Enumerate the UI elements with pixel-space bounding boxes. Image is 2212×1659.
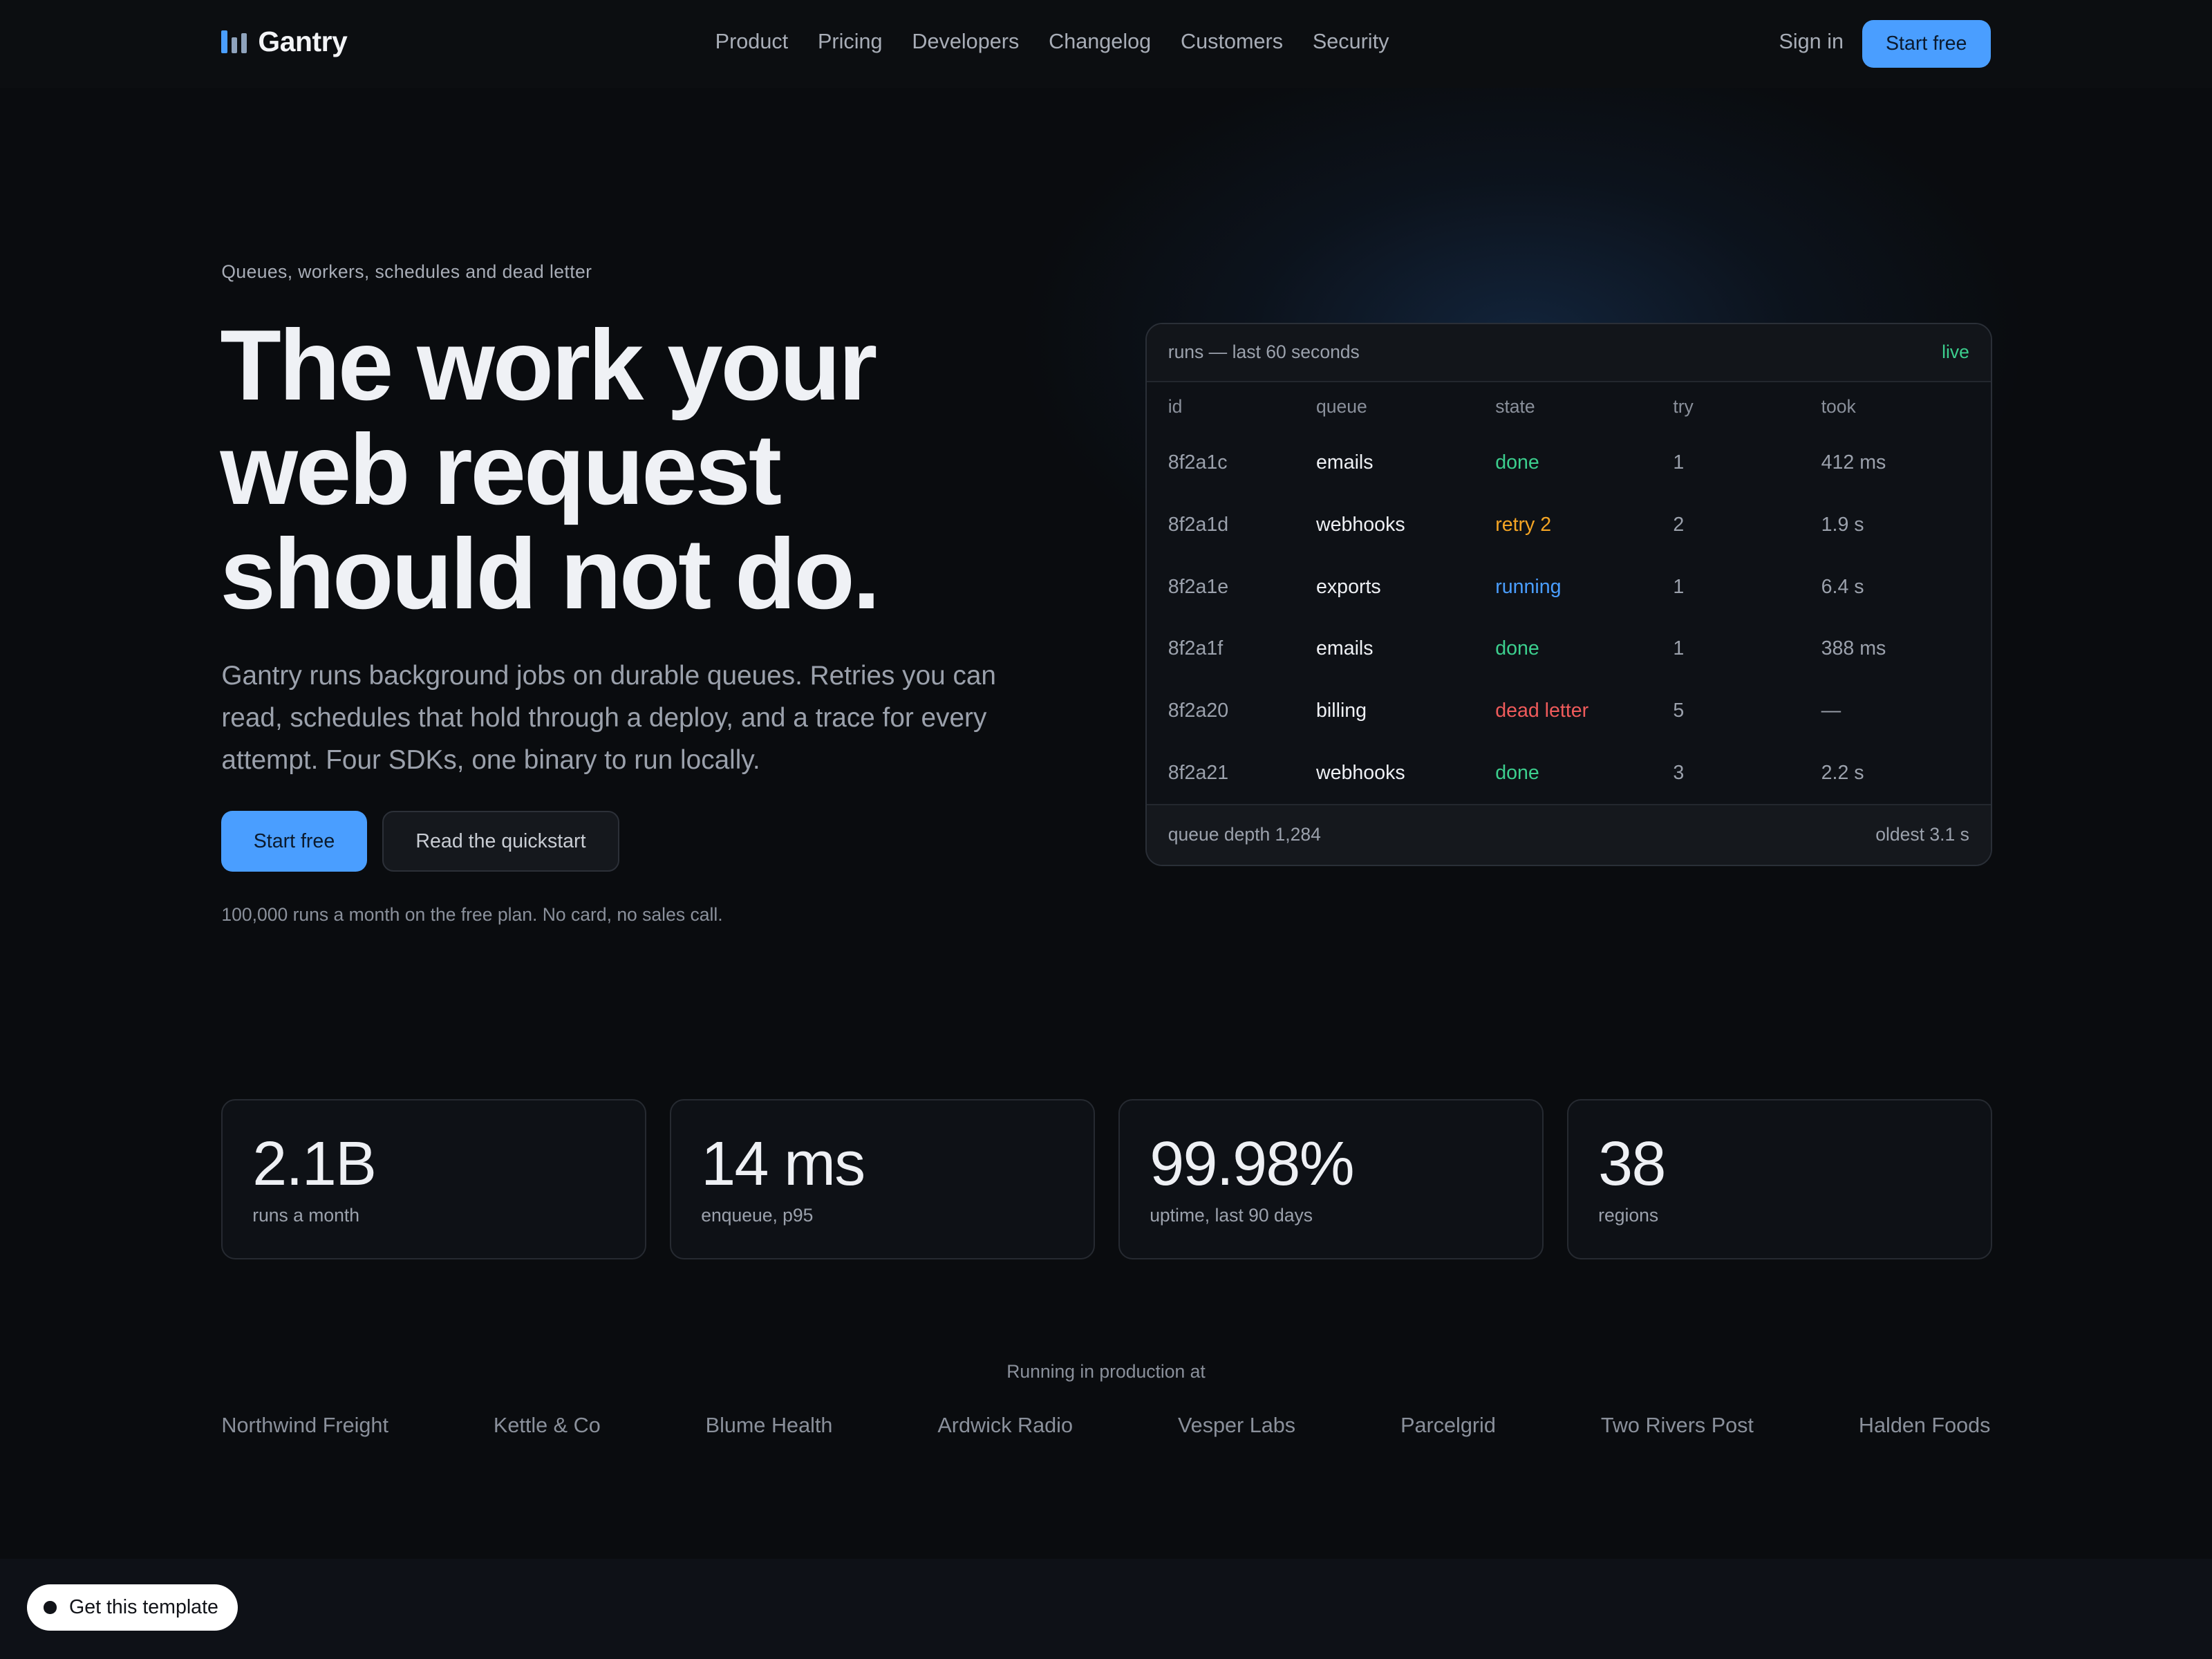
customers-heading: Running in production at	[1006, 1361, 1206, 1382]
stat-label: regions	[1598, 1204, 1659, 1226]
headline-line-1: The work your	[220, 309, 877, 422]
table-row: 8f2a20 billing dead letter 5 —	[1147, 683, 1990, 745]
table-row: 8f2a1f emails done 1 388 ms	[1147, 621, 1990, 683]
nav-link-customers[interactable]: Customers	[1181, 30, 1283, 54]
run-id: 8f2a1c	[1168, 451, 1228, 474]
stat-value: 14 ms	[701, 1129, 865, 1199]
run-id: 8f2a1d	[1168, 513, 1229, 536]
table-row: 8f2a1e exports running 1 6.4 s	[1147, 559, 1990, 621]
brand-logo[interactable]: Gantry	[221, 25, 348, 58]
stat-card: 14 ms enqueue, p95	[670, 1098, 1095, 1260]
brand-name: Gantry	[258, 25, 348, 57]
run-try: 1	[1673, 575, 1685, 598]
landing-page: Gantry Product Pricing Developers Change…	[0, 0, 2212, 1659]
run-state: done	[1495, 451, 1539, 474]
run-state: running	[1495, 575, 1562, 598]
customer-logo: Northwind Freight	[221, 1413, 388, 1437]
stat-card: 99.98% uptime, last 90 days	[1118, 1098, 1544, 1260]
nav-link-pricing[interactable]: Pricing	[818, 30, 883, 54]
column-header-state: state	[1495, 396, 1535, 418]
headline-line-2: web request	[220, 413, 782, 526]
bottom-band	[0, 1559, 2212, 1659]
column-header-try: try	[1673, 396, 1694, 418]
live-status-badge: live	[1942, 341, 1969, 362]
customer-logo: Vesper Labs	[1177, 1413, 1296, 1437]
stat-value: 38	[1598, 1129, 1666, 1199]
run-queue: webhooks	[1316, 761, 1405, 784]
run-state: done	[1495, 761, 1539, 784]
table-row: 8f2a1d webhooks retry 2 2 1.9 s	[1147, 496, 1990, 559]
run-queue: billing	[1316, 700, 1367, 722]
read-quickstart-button[interactable]: Read the quickstart	[382, 811, 619, 872]
run-queue: exports	[1316, 575, 1381, 598]
stat-card: 38 regions	[1567, 1098, 1992, 1260]
nav-links: Product Pricing Developers Changelog Cus…	[715, 30, 1419, 54]
run-duration: 388 ms	[1821, 637, 1886, 660]
get-template-button[interactable]: Get this template	[26, 1584, 238, 1631]
customer-logo: Halden Foods	[1858, 1413, 1991, 1437]
oldest-run-age: oldest 3.1 s	[1875, 823, 1969, 845]
nav-link-changelog[interactable]: Changelog	[1049, 30, 1151, 54]
free-plan-note: 100,000 runs a month on the free plan. N…	[221, 904, 723, 926]
hero-subtext: Gantry runs background jobs on durable q…	[221, 660, 996, 776]
customer-logo: Ardwick Radio	[937, 1413, 1073, 1437]
runs-panel-footer: queue depth 1,284 oldest 3.1 s	[1147, 804, 1991, 865]
customer-logo: Parcelgrid	[1400, 1413, 1496, 1437]
run-duration: 6.4 s	[1821, 575, 1864, 598]
nav-link-developers[interactable]: Developers	[912, 30, 1019, 54]
run-queue: emails	[1316, 637, 1374, 660]
top-navigation: Gantry Product Pricing Developers Change…	[0, 0, 2212, 88]
nav-start-free-button[interactable]: Start free	[1862, 19, 1991, 68]
queue-depth: queue depth 1,284	[1168, 823, 1321, 845]
headline-line-3: should not do.	[220, 518, 880, 630]
column-header-id: id	[1168, 396, 1183, 418]
stat-card: 2.1B runs a month	[221, 1098, 646, 1260]
run-try: 1	[1673, 451, 1685, 474]
nav-link-security[interactable]: Security	[1313, 30, 1389, 54]
run-try: 5	[1673, 700, 1685, 722]
run-state: retry 2	[1495, 513, 1552, 536]
stat-label: uptime, last 90 days	[1150, 1204, 1313, 1226]
run-try: 2	[1673, 513, 1685, 536]
column-header-queue: queue	[1316, 396, 1367, 418]
hero-eyebrow: Queues, workers, schedules and dead lett…	[221, 261, 592, 282]
column-header-took: took	[1821, 396, 1856, 418]
runs-panel: runs — last 60 seconds live id queue sta…	[1145, 323, 1992, 866]
run-queue: webhooks	[1316, 513, 1405, 536]
run-duration: 1.9 s	[1821, 513, 1864, 536]
stat-value: 2.1B	[252, 1129, 377, 1199]
customer-logo: Blume Health	[705, 1413, 833, 1437]
run-id: 8f2a1f	[1168, 637, 1224, 660]
stat-value: 99.98%	[1150, 1129, 1354, 1199]
nav-link-product[interactable]: Product	[715, 30, 789, 54]
run-queue: emails	[1316, 451, 1374, 474]
run-try: 1	[1673, 637, 1685, 660]
run-id: 8f2a1e	[1168, 575, 1229, 598]
hero-headline: The work your web request should not do.	[220, 313, 1066, 626]
run-duration: 412 ms	[1821, 451, 1886, 474]
customer-logos: Northwind Freight Kettle & Co Blume Heal…	[221, 1414, 1990, 1438]
run-state: dead letter	[1495, 700, 1589, 722]
run-id: 8f2a20	[1168, 700, 1229, 722]
stat-label: enqueue, p95	[701, 1204, 814, 1226]
get-template-label: Get this template	[68, 1595, 218, 1618]
run-id: 8f2a21	[1168, 761, 1229, 784]
runs-panel-title: runs — last 60 seconds	[1168, 341, 1360, 362]
customer-logo: Kettle & Co	[493, 1413, 601, 1437]
runs-panel-header: runs — last 60 seconds live	[1147, 324, 1991, 382]
run-state: done	[1495, 637, 1539, 660]
dot-icon	[44, 1601, 57, 1614]
run-try: 3	[1673, 761, 1685, 784]
bar-chart-icon	[221, 30, 247, 53]
sign-in-link[interactable]: Sign in	[1779, 30, 1844, 54]
stat-label: runs a month	[252, 1204, 359, 1226]
hero-start-free-button[interactable]: Start free	[221, 811, 367, 872]
run-duration: 2.2 s	[1821, 761, 1864, 784]
table-row: 8f2a1c emails done 1 412 ms	[1147, 435, 1990, 497]
run-duration: —	[1821, 700, 1841, 722]
customer-logo: Two Rivers Post	[1600, 1413, 1754, 1437]
table-row: 8f2a21 webhooks done 3 2.2 s	[1147, 744, 1990, 807]
